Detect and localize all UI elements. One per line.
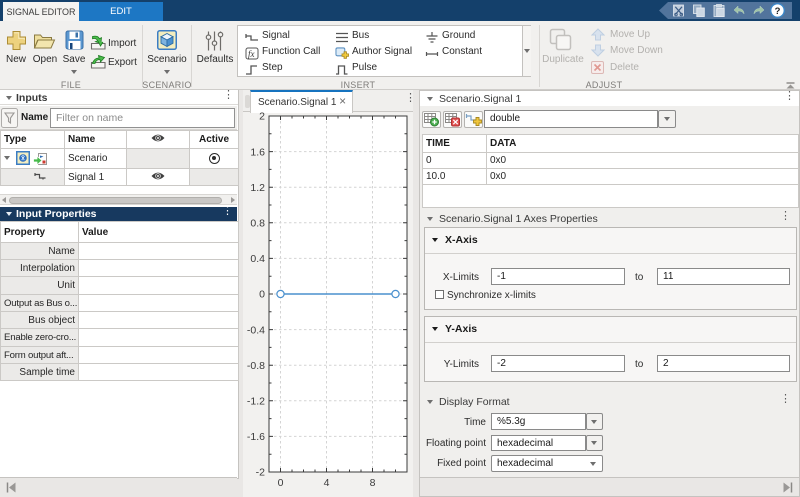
svg-text:-1.2: -1.2: [247, 396, 265, 408]
svg-text:-2: -2: [256, 467, 265, 479]
svg-text:fx: fx: [248, 49, 255, 59]
svg-text:8: 8: [370, 477, 376, 489]
svg-text:-1.6: -1.6: [247, 431, 265, 443]
svg-text:1.6: 1.6: [250, 146, 265, 158]
svg-text:-0.8: -0.8: [247, 360, 265, 372]
svg-text:?: ?: [775, 6, 781, 17]
svg-text:4: 4: [324, 477, 330, 489]
svg-text:2: 2: [259, 112, 265, 123]
svg-text:0.4: 0.4: [250, 253, 265, 265]
svg-text:0.8: 0.8: [250, 218, 265, 230]
svg-text:0: 0: [278, 477, 284, 489]
svg-text:-0.4: -0.4: [247, 324, 265, 336]
svg-text:1.2: 1.2: [250, 182, 265, 194]
svg-text:0: 0: [259, 289, 265, 301]
